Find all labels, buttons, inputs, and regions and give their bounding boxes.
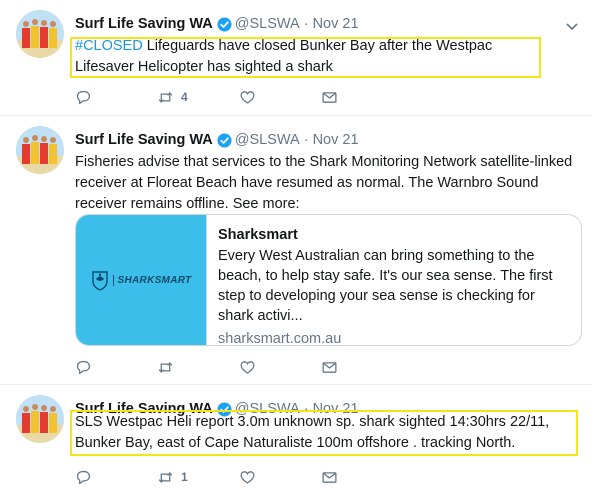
card-image: SHARKSMART — [76, 215, 207, 345]
avatar[interactable] — [16, 395, 64, 443]
message-button[interactable] — [321, 469, 403, 486]
tweet-timestamp[interactable]: Nov 21 — [313, 130, 359, 150]
reply-button[interactable] — [75, 469, 157, 486]
tweet-actions — [75, 357, 403, 377]
card-body: Sharksmart Every West Australian can bri… — [218, 225, 572, 345]
like-button[interactable] — [239, 359, 321, 376]
sharksmart-logo: SHARKSMART — [91, 269, 192, 291]
tweet-header: Surf Life Saving WA @SLSWA · Nov 21 — [75, 14, 359, 34]
card-logo-text: SHARKSMART — [112, 274, 192, 286]
tweet-text: Fisheries advise that services to the Sh… — [75, 154, 573, 212]
tweet-text: #CLOSED Lifeguards have closed Bunker Ba… — [75, 36, 545, 78]
tweet-text: SLS Westpac Heli report 3.0m unknown sp.… — [75, 414, 550, 451]
separator: · — [303, 16, 309, 32]
card-description: Every West Australian can bring somethin… — [218, 248, 553, 324]
avatar[interactable] — [16, 10, 64, 58]
retweet-count: 4 — [181, 90, 188, 104]
tweet[interactable]: Surf Life Saving WA @SLSWA · Nov 21 #CLO… — [0, 0, 592, 116]
wa-crest-icon — [91, 271, 108, 291]
retweet-icon — [158, 471, 173, 483]
account-handle[interactable]: @SLSWA — [235, 14, 300, 34]
tweet-header: Surf Life Saving WA @SLSWA · Nov 21 — [75, 130, 359, 150]
reply-icon — [76, 470, 91, 484]
tweet[interactable]: Surf Life Saving WA @SLSWA · Nov 21 SLS … — [0, 385, 592, 495]
tweet-actions: 4 — [75, 87, 403, 107]
account-name[interactable]: Surf Life Saving WA — [75, 14, 213, 34]
reply-button[interactable] — [75, 89, 157, 106]
hashtag-link[interactable]: #CLOSED — [75, 38, 143, 54]
tweet[interactable]: Surf Life Saving WA @SLSWA · Nov 21 Fish… — [0, 116, 592, 385]
avatar[interactable] — [16, 126, 64, 174]
envelope-icon — [322, 361, 337, 373]
tweet-actions: 1 — [75, 467, 403, 487]
retweet-icon — [158, 361, 173, 373]
retweet-icon — [158, 91, 173, 103]
chevron-down-icon[interactable] — [566, 18, 578, 31]
account-name[interactable]: Surf Life Saving WA — [75, 130, 213, 150]
retweet-count: 1 — [181, 470, 188, 484]
like-button[interactable] — [239, 469, 321, 486]
message-button[interactable] — [321, 359, 403, 376]
retweet-button[interactable]: 1 — [157, 469, 239, 486]
card-title[interactable]: Sharksmart — [218, 225, 572, 245]
account-handle[interactable]: @SLSWA — [235, 130, 300, 150]
verified-badge-icon — [217, 132, 232, 148]
tweet-timestamp[interactable]: Nov 21 — [313, 14, 359, 34]
retweet-button[interactable]: 4 — [157, 89, 239, 106]
link-card[interactable]: SHARKSMART Sharksmart Every West Austral… — [75, 214, 582, 346]
envelope-icon — [322, 91, 337, 103]
separator: · — [303, 132, 309, 148]
verified-badge-icon — [217, 16, 232, 32]
message-button[interactable] — [321, 89, 403, 106]
heart-icon — [240, 90, 255, 104]
card-domain[interactable]: sharksmart.com.au — [218, 329, 572, 345]
reply-icon — [76, 360, 91, 374]
reply-icon — [76, 90, 91, 104]
heart-icon — [240, 360, 255, 374]
like-button[interactable] — [239, 89, 321, 106]
reply-button[interactable] — [75, 359, 157, 376]
retweet-button[interactable] — [157, 359, 239, 376]
heart-icon — [240, 470, 255, 484]
envelope-icon — [322, 471, 337, 483]
